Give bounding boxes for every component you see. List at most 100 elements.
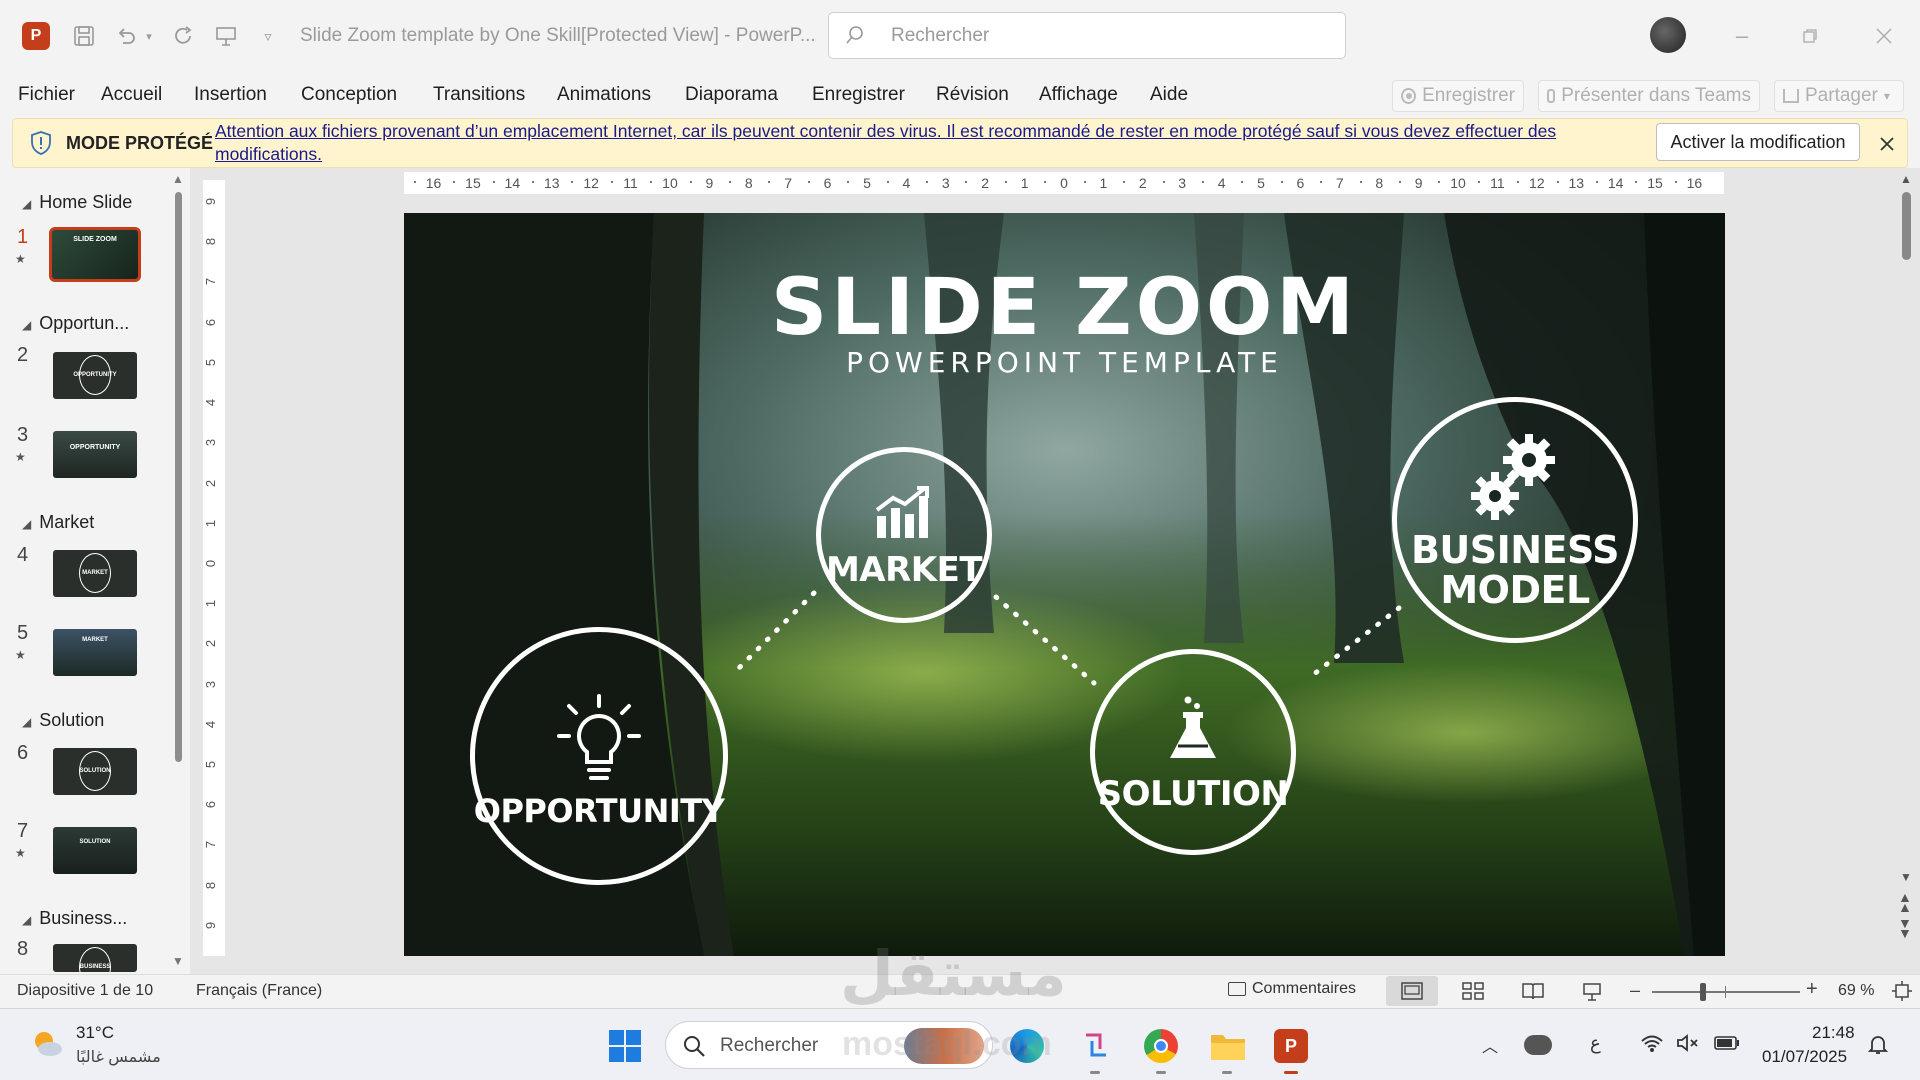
next-slide-icon[interactable]: ▼ ▼	[1898, 916, 1912, 940]
business-model-zoom-circle[interactable]: BUSINESS MODEL	[1392, 397, 1638, 643]
normal-view-icon[interactable]	[1386, 976, 1438, 1006]
weather-icon[interactable]	[30, 1027, 64, 1061]
slide-thumbnail-7[interactable]: SOLUTION	[53, 827, 137, 874]
account-avatar[interactable]	[1650, 17, 1686, 53]
battery-icon[interactable]	[1714, 1035, 1740, 1056]
tab-diaporama[interactable]: Diaporama	[685, 84, 778, 106]
pane-scroll-up-icon[interactable]: ▲	[172, 172, 184, 186]
ruler-tick-mark	[1674, 181, 1677, 183]
status-bar: Diapositive 1 de 10 Français (France) مس…	[0, 940, 1920, 1009]
wifi-icon[interactable]	[1640, 1033, 1664, 1058]
file-explorer-icon[interactable]	[1210, 1031, 1246, 1061]
weather-temperature[interactable]: 31°C	[76, 1023, 114, 1043]
language-indicator[interactable]: Français (France)	[196, 982, 322, 1000]
fit-to-window-icon[interactable]	[1892, 981, 1912, 1006]
tab-animations[interactable]: Animations	[557, 84, 651, 106]
save-icon[interactable]	[70, 22, 98, 50]
pane-scroll-down-icon[interactable]: ▼	[172, 954, 184, 968]
ruler-tick-label: 6	[1296, 175, 1305, 191]
tab-transitions[interactable]: Transitions	[433, 84, 525, 106]
tab-fichier[interactable]: Fichier	[18, 84, 75, 106]
undo-dropdown-icon[interactable]: ▾	[142, 26, 156, 46]
section-market[interactable]: ◢ Market	[22, 512, 94, 533]
section-business[interactable]: ◢ Business...	[22, 908, 127, 929]
tab-insertion[interactable]: Insertion	[194, 84, 267, 106]
snipping-tool-icon[interactable]	[1080, 1029, 1112, 1061]
editor-scroll-down-icon[interactable]: ▼	[1900, 870, 1912, 884]
chevron-down-icon: ▾	[1883, 89, 1890, 103]
slide-sorter-icon[interactable]	[1462, 982, 1484, 1005]
opportunity-zoom-circle[interactable]: OPPORTUNITY	[470, 627, 728, 885]
close-window-icon[interactable]	[1864, 22, 1904, 50]
present-in-teams-button[interactable]: Présenter dans Teams	[1538, 80, 1760, 112]
zoom-slider-thumb[interactable]	[1700, 983, 1707, 1001]
section-solution[interactable]: ◢ Solution	[22, 710, 104, 731]
editor-scroll-up-icon[interactable]: ▲	[1900, 172, 1912, 186]
ruler-tick-label: 14	[1607, 175, 1624, 191]
input-language-indicator[interactable]: ع	[1590, 1033, 1601, 1054]
powerpoint-taskbar-icon[interactable]: P	[1274, 1029, 1308, 1063]
weather-description[interactable]: مشمس غالبًا	[76, 1047, 161, 1067]
protected-message-line1[interactable]: Attention aux fichiers provenant d’un em…	[215, 121, 1556, 142]
slide-thumbnail-1[interactable]: SLIDE ZOOM	[49, 227, 141, 282]
transition-star-icon: ★	[15, 450, 26, 464]
protected-message-line2[interactable]: modifications.	[215, 144, 322, 165]
comments-label: Commentaires	[1252, 980, 1357, 997]
slide-thumbnail-2[interactable]: OPPORTUNITY	[53, 352, 137, 399]
slide-thumbnail-5[interactable]: MARKET	[53, 629, 137, 676]
minimize-icon[interactable]: –	[1722, 22, 1762, 50]
tab-affichage[interactable]: Affichage	[1039, 84, 1118, 106]
share-button[interactable]: Partager ▾	[1774, 80, 1904, 112]
slide-canvas[interactable]: SLIDE ZOOM POWERPOINT TEMPLATE OPPORTUNI…	[404, 213, 1725, 956]
show-hidden-icons-chevron-icon[interactable]: ︿	[1482, 1033, 1498, 1057]
record-button[interactable]: Enregistrer	[1392, 80, 1524, 112]
slideshow-view-icon[interactable]	[1582, 982, 1602, 1007]
section-label: Business...	[39, 908, 128, 928]
clock-date[interactable]: 01/07/2025	[1762, 1047, 1847, 1067]
enable-editing-button[interactable]: Activer la modification	[1656, 123, 1860, 161]
previous-slide-icon[interactable]: ▲ ▲	[1898, 890, 1912, 914]
slide-thumbnail-8[interactable]: BUSINESS	[53, 944, 137, 972]
tab-enregistrer[interactable]: Enregistrer	[812, 84, 905, 106]
speaker-muted-icon[interactable]	[1676, 1033, 1700, 1058]
ruler-tick-label: 4	[203, 398, 219, 407]
tab-conception[interactable]: Conception	[301, 84, 397, 106]
ruler-tick-label: 14	[504, 175, 521, 191]
solution-zoom-circle[interactable]: SOLUTION	[1090, 649, 1296, 855]
ruler-tick-mark	[768, 181, 771, 183]
redo-icon[interactable]	[170, 22, 198, 50]
zoom-level[interactable]: 69 %	[1838, 982, 1874, 1000]
tab-accueil[interactable]: Accueil	[101, 84, 162, 106]
zoom-in-icon[interactable]: +	[1806, 978, 1818, 1001]
ruler-tick-label: 4	[902, 175, 911, 191]
comments-button[interactable]: Commentaires	[1228, 980, 1356, 998]
slide-thumbnail-pane[interactable]: ▲ ▼ ◢ Home Slide ◢ Opportun... ◢ Market ◢ So…	[0, 168, 190, 974]
notification-bell-icon[interactable]	[1866, 1033, 1890, 1062]
market-zoom-circle[interactable]: MARKET	[816, 447, 992, 623]
undo-icon[interactable]	[112, 22, 140, 50]
slide-thumbnail-3[interactable]: OPPORTUNITY	[53, 431, 137, 478]
onedrive-icon[interactable]	[1524, 1035, 1552, 1055]
tab-aide[interactable]: Aide	[1150, 84, 1188, 106]
slide-thumbnail-6[interactable]: SOLUTION	[53, 748, 137, 795]
restore-icon[interactable]	[1790, 22, 1830, 50]
chrome-icon[interactable]	[1144, 1029, 1178, 1063]
close-icon[interactable]	[1875, 132, 1899, 156]
collapse-triangle-icon: ◢	[22, 517, 32, 531]
tab-revision[interactable]: Révision	[936, 84, 1009, 106]
zoom-out-icon[interactable]: –	[1630, 980, 1640, 1001]
clock-time[interactable]: 21:48	[1812, 1023, 1855, 1043]
customize-qat-icon[interactable]: ▿	[258, 26, 278, 46]
editor-scrollbar-thumb[interactable]	[1902, 192, 1911, 260]
zoom-slider[interactable]	[1652, 983, 1800, 1001]
section-home-slide[interactable]: ◢ Home Slide	[22, 192, 132, 213]
slide-thumbnail-4[interactable]: MARKET	[53, 550, 137, 597]
pane-scrollbar-thumb[interactable]	[175, 192, 182, 762]
search-box[interactable]: Rechercher	[828, 12, 1346, 59]
ruler-tick-label: 2	[203, 479, 219, 487]
transition-star-icon: ★	[15, 846, 26, 860]
windows-start-icon[interactable]	[608, 1029, 642, 1063]
present-from-start-icon[interactable]	[212, 22, 240, 50]
section-opportunity[interactable]: ◢ Opportun...	[22, 313, 129, 334]
reading-view-icon[interactable]	[1522, 982, 1544, 1005]
